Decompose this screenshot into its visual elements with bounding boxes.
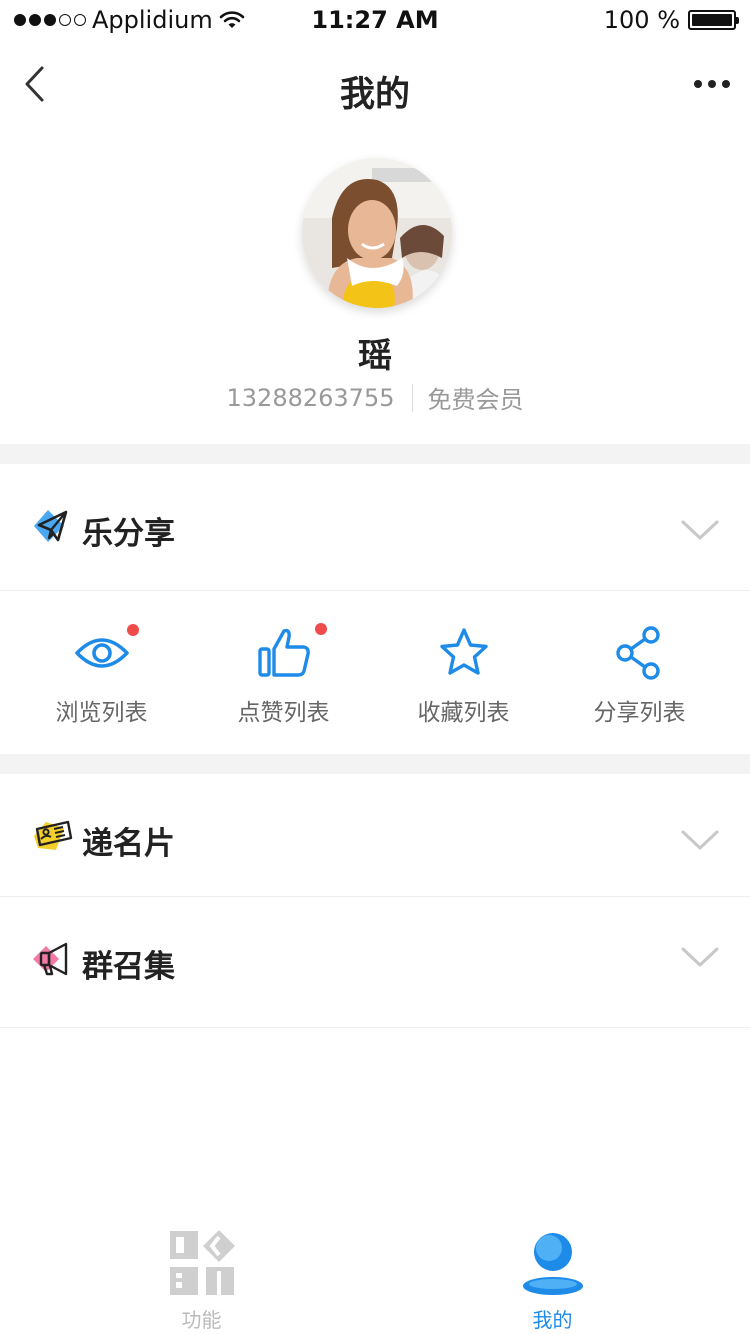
tab-features-label: 功能 bbox=[181, 1308, 222, 1332]
list-item-favorites-label: 收藏列表 bbox=[417, 700, 510, 726]
more-dot-icon bbox=[722, 80, 730, 88]
avatar-photo bbox=[302, 158, 452, 308]
more-dot-icon bbox=[694, 80, 702, 88]
business-card-icon bbox=[34, 820, 73, 850]
chevron-down-icon bbox=[681, 830, 719, 850]
thumbs-up-icon bbox=[257, 628, 310, 677]
megaphone-icon bbox=[33, 942, 68, 976]
list-item-shares[interactable]: 分享列表 bbox=[546, 591, 733, 754]
membership-badge: 免费会员 bbox=[427, 386, 524, 414]
more-button[interactable] bbox=[694, 70, 730, 98]
chevron-down-icon bbox=[681, 520, 719, 540]
list-item-favorites[interactable]: 收藏列表 bbox=[370, 591, 557, 754]
notification-dot bbox=[315, 623, 327, 635]
notification-dot bbox=[127, 624, 139, 636]
page-title: 我的 bbox=[339, 75, 410, 115]
battery-info: 100 % bbox=[603, 6, 739, 34]
meta-divider bbox=[412, 383, 414, 412]
user-phone: 13288263755 bbox=[226, 383, 395, 412]
list-item-views[interactable]: 浏览列表 bbox=[8, 591, 195, 754]
tab-features[interactable]: 功能 bbox=[14, 1210, 389, 1334]
grid-icon bbox=[169, 1230, 235, 1295]
chevron-down-icon bbox=[681, 947, 719, 967]
list-item-shares-label: 分享列表 bbox=[593, 700, 686, 726]
profile-header: 瑶 13288263755 免费会员 bbox=[0, 132, 750, 444]
section-card[interactable]: 递名片 bbox=[0, 774, 750, 897]
star-icon bbox=[439, 628, 488, 675]
user-meta: 13288263755 免费会员 bbox=[0, 380, 750, 415]
section-card-label: 递名片 bbox=[82, 826, 175, 862]
paper-plane-icon bbox=[34, 510, 68, 542]
tab-mine-label: 我的 bbox=[532, 1308, 573, 1332]
battery-percent: 100 % bbox=[603, 6, 680, 34]
section-gap bbox=[0, 444, 750, 464]
list-item-likes-label: 点赞列表 bbox=[237, 700, 330, 726]
section-gather-label: 群召集 bbox=[82, 949, 175, 985]
nav-bar: 我的 bbox=[0, 40, 750, 132]
user-name: 瑶 bbox=[358, 336, 392, 376]
user-icon bbox=[522, 1233, 583, 1295]
section-share-label: 乐分享 bbox=[82, 516, 175, 552]
section-gap bbox=[0, 754, 750, 774]
section-share[interactable]: 乐分享 bbox=[0, 464, 750, 591]
avatar[interactable] bbox=[302, 158, 452, 308]
list-item-likes[interactable]: 点赞列表 bbox=[190, 591, 377, 754]
section-gather[interactable]: 群召集 bbox=[0, 897, 750, 1028]
more-dot-icon bbox=[708, 80, 716, 88]
status-bar: Applidium 11:27 AM 100 % bbox=[0, 0, 750, 40]
eye-icon bbox=[74, 638, 129, 668]
share-icon bbox=[615, 626, 660, 680]
tab-bar: 功能 我的 bbox=[0, 1210, 750, 1334]
battery-icon bbox=[688, 10, 739, 30]
tab-mine[interactable]: 我的 bbox=[365, 1210, 740, 1334]
list-item-views-label: 浏览列表 bbox=[55, 700, 148, 726]
share-list-grid: 浏览列表 点赞列表 收藏列表 分享列表 bbox=[0, 591, 750, 754]
